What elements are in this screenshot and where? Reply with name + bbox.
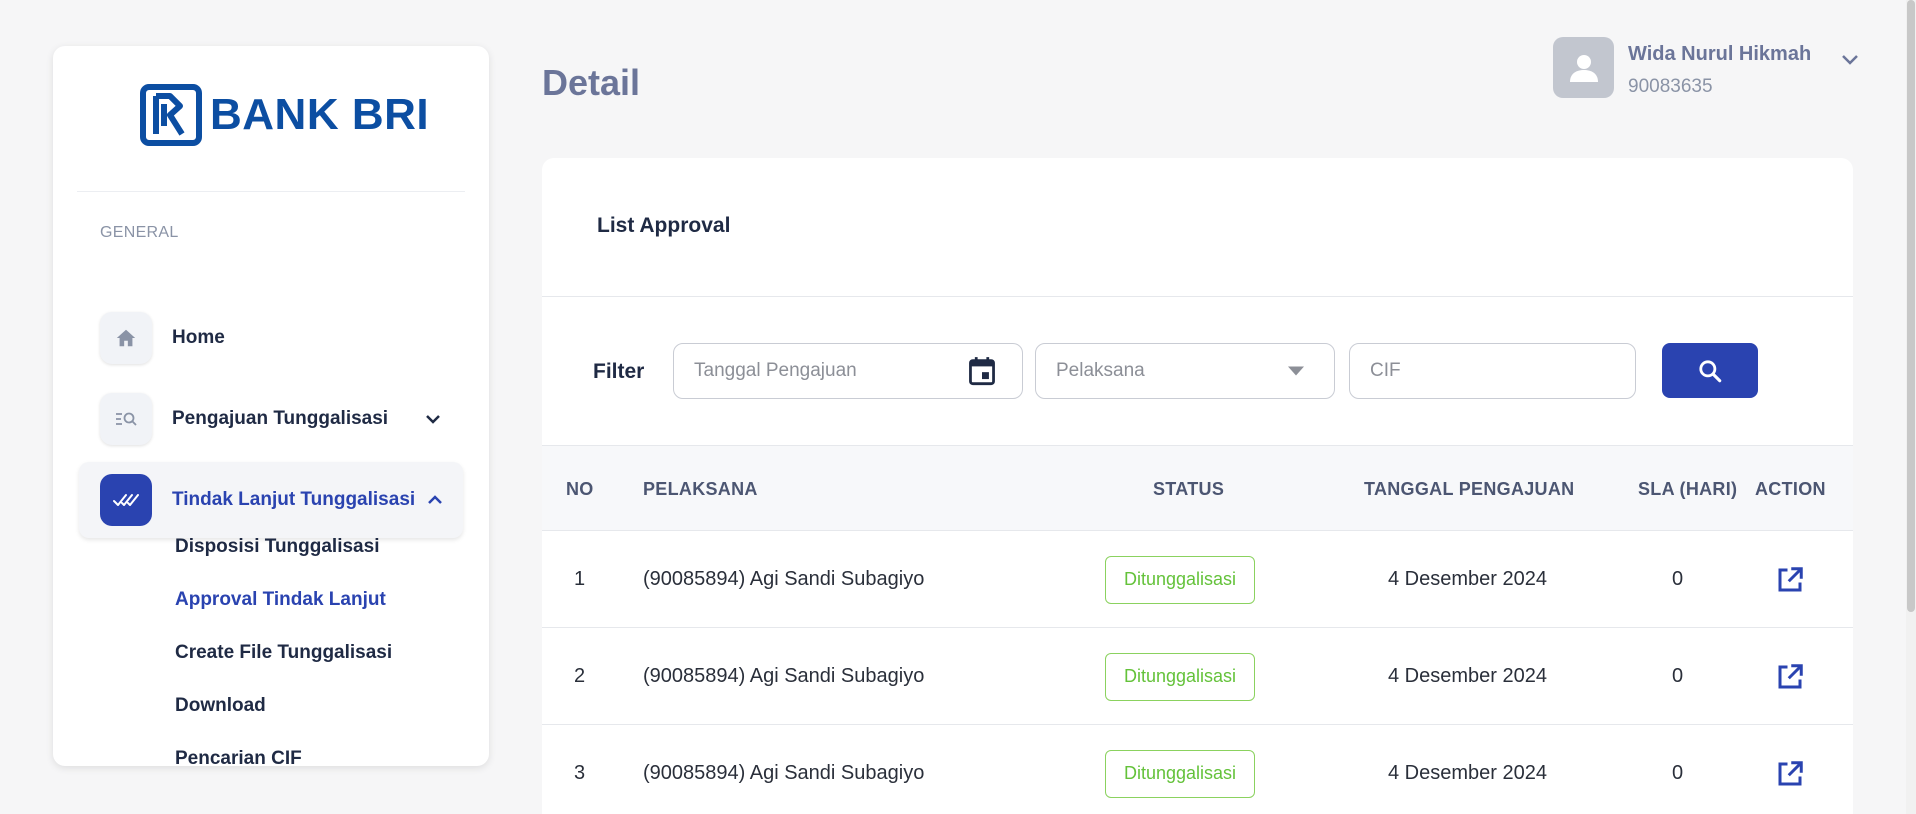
bank-bri-logo[interactable]: BANK BRI xyxy=(140,84,429,146)
user-id: 90083635 xyxy=(1628,76,1713,97)
cell-tanggal: 4 Desember 2024 xyxy=(1388,665,1547,687)
card-title: List Approval xyxy=(597,214,731,237)
cell-sla: 0 xyxy=(1672,762,1684,784)
chevron-up-icon[interactable] xyxy=(427,495,443,505)
sidebar-item-pengajuan-tunggalisasi[interactable]: Pengajuan Tunggalisasi xyxy=(79,381,463,457)
section-label-general: GENERAL xyxy=(100,224,179,241)
open-detail-icon[interactable] xyxy=(1775,759,1805,789)
calendar-icon[interactable] xyxy=(968,356,996,386)
column-header-status: STATUS xyxy=(1153,478,1225,499)
home-icon xyxy=(100,312,152,364)
open-detail-icon[interactable] xyxy=(1775,565,1805,595)
subitem-approval-tindak-lanjut[interactable]: Approval Tindak Lanjut xyxy=(175,589,386,611)
date-filter-placeholder: Tanggal Pengajuan xyxy=(694,360,857,381)
status-badge: Ditunggalisasi xyxy=(1105,555,1256,604)
table-header: NO PELAKSANA STATUS TANGGAL PENGAJUAN SL… xyxy=(542,445,1853,531)
logo-divider xyxy=(77,191,465,192)
card-divider xyxy=(542,296,1853,297)
pelaksana-select[interactable]: Pelaksana xyxy=(1035,343,1335,399)
table-row: 3 (90085894) Agi Sandi Subagiyo Ditungga… xyxy=(542,725,1853,814)
column-header-action: ACTION xyxy=(1755,478,1826,499)
scrollbar-thumb[interactable] xyxy=(1907,0,1915,612)
column-header-sla: SLA (HARI) xyxy=(1638,478,1738,499)
chevron-down-icon[interactable] xyxy=(1841,53,1859,71)
column-header-pelaksana: PELAKSANA xyxy=(643,478,758,499)
chevron-down-icon[interactable] xyxy=(425,414,441,424)
table-row: 2 (90085894) Agi Sandi Subagiyo Ditungga… xyxy=(542,628,1853,725)
subitem-pencarian-cif[interactable]: Pencarian CIF xyxy=(175,748,302,766)
date-filter-field[interactable]: Tanggal Pengajuan xyxy=(673,343,1023,399)
sidebar-item-label: Home xyxy=(172,327,225,348)
sidebar-item-home[interactable]: Home xyxy=(79,300,463,376)
cell-pelaksana: (90085894) Agi Sandi Subagiyo xyxy=(643,762,925,784)
list-approval-card: List Approval Filter Tanggal Pengajuan P… xyxy=(542,158,1853,814)
avatar-icon xyxy=(1553,37,1614,98)
column-header-tanggal-pengajuan: TANGGAL PENGAJUAN xyxy=(1364,478,1575,499)
cell-sla: 0 xyxy=(1672,665,1684,687)
sidebar-item-label: Pengajuan Tunggalisasi xyxy=(172,408,389,429)
cell-no: 3 xyxy=(574,762,586,784)
cell-no: 2 xyxy=(574,665,586,687)
pelaksana-placeholder: Pelaksana xyxy=(1056,360,1145,381)
sidebar: BANK BRI GENERAL Home Pengajuan Tunggali… xyxy=(53,46,489,766)
filter-label: Filter xyxy=(593,360,645,383)
dropdown-caret-icon xyxy=(1288,366,1304,376)
cell-no: 1 xyxy=(574,568,586,590)
sidebar-item-tindak-lanjut-tunggalisasi[interactable]: Tindak Lanjut Tunggalisasi xyxy=(79,462,463,538)
bri-logo-icon xyxy=(140,84,202,146)
cif-placeholder: CIF xyxy=(1370,360,1401,381)
subitem-download[interactable]: Download xyxy=(175,695,266,717)
column-header-no: NO xyxy=(566,478,594,499)
cell-pelaksana: (90085894) Agi Sandi Subagiyo xyxy=(643,665,925,687)
page-title: Detail xyxy=(542,62,641,103)
user-name: Wida Nurul Hikmah xyxy=(1628,43,1812,65)
user-menu[interactable]: Wida Nurul Hikmah 90083635 xyxy=(1553,37,1858,98)
subitem-create-file-tunggalisasi[interactable]: Create File Tunggalisasi xyxy=(175,642,392,664)
status-badge: Ditunggalisasi xyxy=(1105,749,1256,798)
cell-tanggal: 4 Desember 2024 xyxy=(1388,568,1547,590)
sidebar-item-label: Tindak Lanjut Tunggalisasi xyxy=(172,489,416,510)
subitem-disposisi-tunggalisasi[interactable]: Disposisi Tunggalisasi xyxy=(175,536,379,558)
cif-input[interactable]: CIF xyxy=(1349,343,1636,399)
table-row: 1 (90085894) Agi Sandi Subagiyo Ditungga… xyxy=(542,531,1853,628)
search-icon xyxy=(1699,359,1722,382)
search-button[interactable] xyxy=(1662,343,1758,398)
logo-text: BANK BRI xyxy=(210,90,430,139)
cell-tanggal: 4 Desember 2024 xyxy=(1388,762,1547,784)
page-scrollbar[interactable] xyxy=(1906,0,1916,814)
cell-pelaksana: (90085894) Agi Sandi Subagiyo xyxy=(643,568,925,590)
status-badge: Ditunggalisasi xyxy=(1105,652,1256,701)
double-check-icon xyxy=(100,474,152,526)
list-search-icon xyxy=(100,393,152,445)
open-detail-icon[interactable] xyxy=(1775,662,1805,692)
cell-sla: 0 xyxy=(1672,568,1684,590)
